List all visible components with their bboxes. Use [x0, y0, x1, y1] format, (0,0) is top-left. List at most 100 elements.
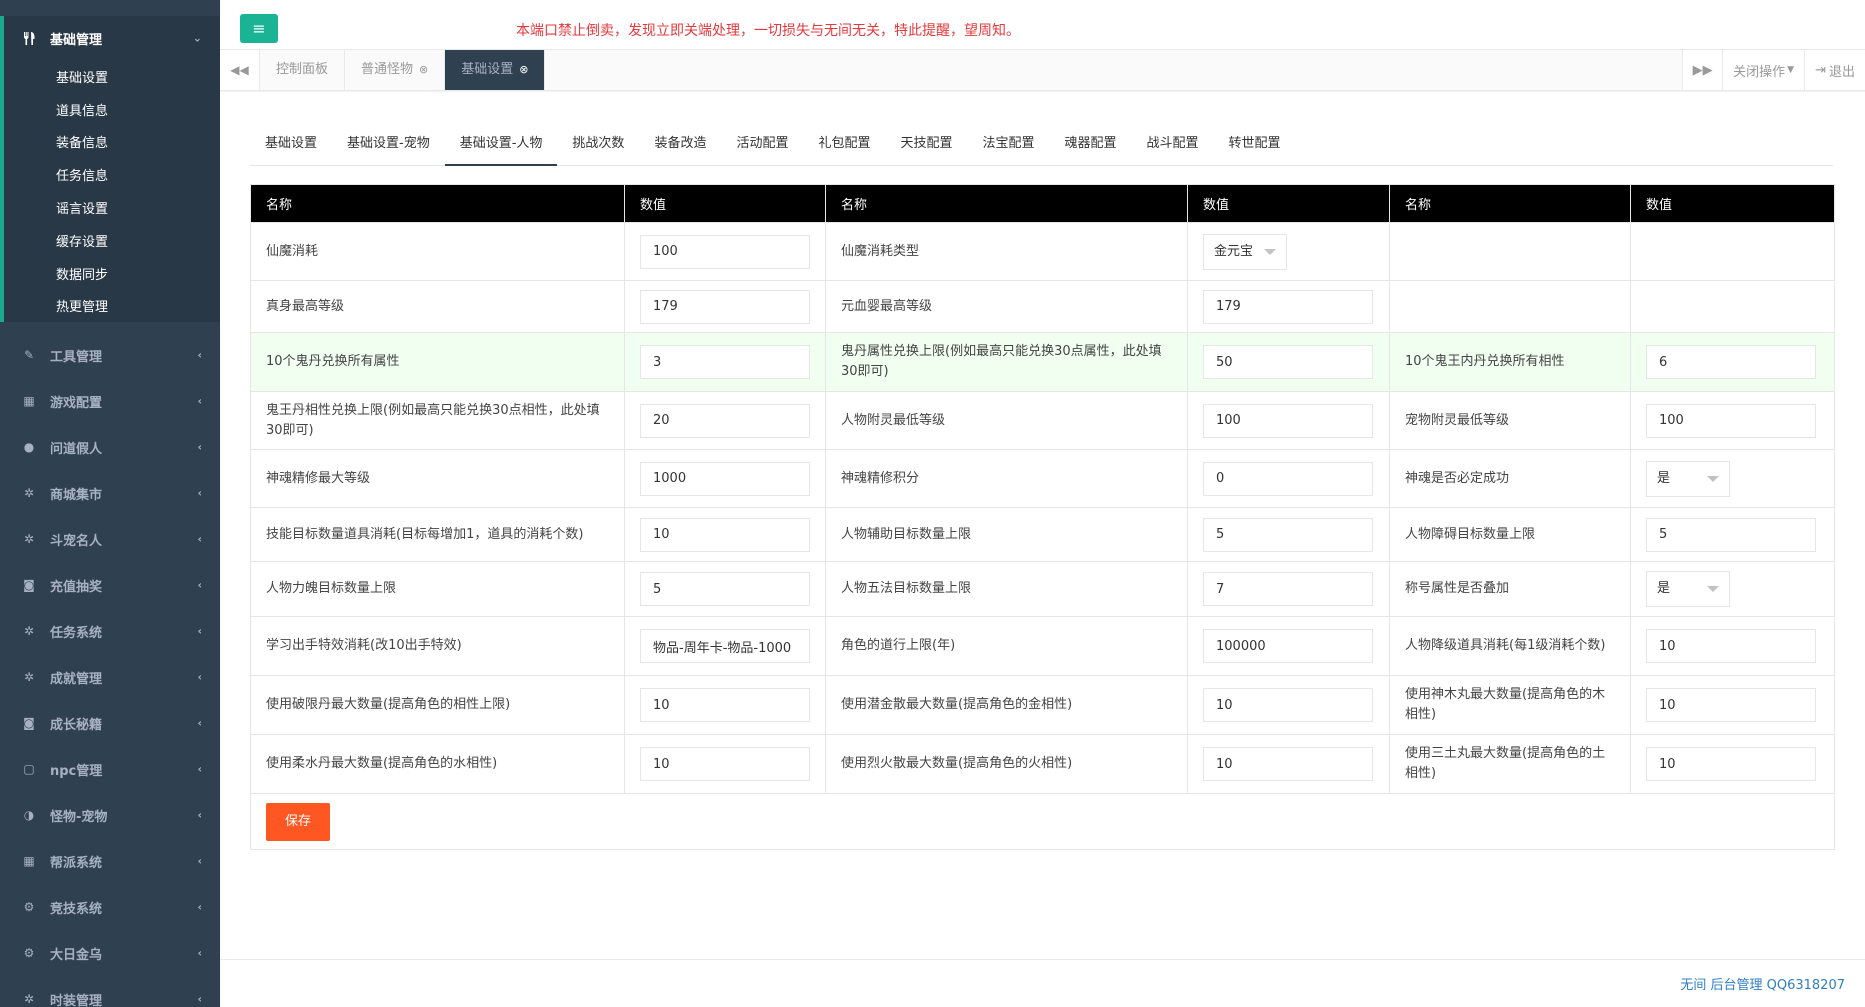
subtab-soul-config[interactable]: 魂器配置 [1050, 122, 1132, 166]
menu-item-pet-fame[interactable]: ✲ 斗宠名人 ‹ [0, 516, 220, 562]
tab-normal-monster[interactable]: 普通怪物 ⊗ [345, 50, 446, 90]
setting-select[interactable]: 是 [1646, 571, 1730, 607]
close-ops-dropdown[interactable]: 关闭操作 ▼ [1722, 50, 1805, 90]
setting-value-cell [1187, 280, 1390, 333]
menu-item-arena[interactable]: ⚙ 竞技系统 ‹ [0, 884, 220, 930]
setting-input[interactable] [640, 234, 810, 269]
logout-label: 退出 [1828, 64, 1855, 80]
menu-item-tools[interactable]: ✎ 工具管理 ‹ [0, 332, 220, 378]
menu-item-growth[interactable]: ◙ 成长秘籍 ‹ [0, 700, 220, 746]
menu-item-game-config[interactable]: ▦ 游戏配置 ‹ [0, 378, 220, 424]
tab-dashboard[interactable]: 控制面板 [260, 50, 346, 90]
subtab-gift-config[interactable]: 礼包配置 [803, 122, 885, 166]
menu-item-golden-crow[interactable]: ⚙ 大日金乌 ‹ [0, 930, 220, 976]
menu-label: 帮派系统 [50, 855, 103, 871]
subtab-event-config[interactable]: 活动配置 [721, 122, 803, 166]
setting-label: 人物辅助目标数量上限 [825, 507, 1188, 562]
setting-label: 人物五法目标数量上限 [825, 561, 1188, 617]
menu-head-basic[interactable]: 基础管理 ⌄ [4, 16, 220, 60]
setting-input[interactable] [640, 289, 810, 324]
subtab-rebirth-config[interactable]: 转世配置 [1214, 122, 1296, 166]
character-settings-table: 名称 数值 名称 数值 名称 数值 仙魔消耗 仙魔消耗类型 金元宝 真身最高等级… [250, 184, 1835, 850]
setting-select[interactable]: 金元宝 [1203, 233, 1287, 270]
tab-scroll-right-button[interactable]: ▶▶ [1682, 50, 1723, 90]
close-icon[interactable]: ⊗ [419, 50, 428, 90]
setting-value-cell: 金元宝 [1187, 222, 1390, 281]
submenu-item-sync[interactable]: 数据同步 [4, 257, 220, 290]
subtab-artifact-config[interactable]: 法宝配置 [968, 122, 1050, 166]
sidebar-toggle-button[interactable]: ≡ [240, 14, 278, 43]
setting-input[interactable] [1203, 461, 1373, 496]
settings-subtabs: 基础设置 基础设置-宠物 基础设置-人物 挑战次数 装备改造 活动配置 礼包配置… [250, 122, 1833, 166]
submenu-item-tasks[interactable]: 任务信息 [4, 158, 220, 191]
warning-notice: 本端口禁止倒卖，发现立即关端处理，一切损失与无间无关，特此提醒，望周知。 [516, 23, 1020, 39]
setting-input[interactable] [1646, 688, 1816, 722]
setting-input[interactable] [1203, 572, 1373, 606]
setting-label: 神魂精修最大等级 [250, 449, 625, 508]
setting-input[interactable] [640, 629, 810, 663]
menu-item-achievement[interactable]: ✲ 成就管理 ‹ [0, 654, 220, 700]
menu-item-guild[interactable]: ▦ 帮派系统 ‹ [0, 838, 220, 884]
setting-input[interactable] [1203, 289, 1373, 324]
subtab-basic[interactable]: 基础设置 [250, 122, 332, 166]
setting-input[interactable] [640, 345, 810, 379]
tab-scroll-left-button[interactable]: ◀◀ [220, 50, 260, 90]
chevron-left-icon: ‹ [197, 394, 202, 408]
setting-label: 鬼丹属性兑换上限(例如最高只能兑换30点属性，此处填30即可) [825, 332, 1188, 392]
setting-input[interactable] [640, 461, 810, 496]
setting-value-cell [624, 734, 826, 794]
setting-input[interactable] [1203, 403, 1373, 438]
submenu-item-equipment[interactable]: 装备信息 [4, 126, 220, 159]
caret-down-icon [1264, 248, 1276, 255]
menu-item-bots[interactable]: ● 问道假人 ‹ [0, 424, 220, 470]
submenu-item-hotfix[interactable]: 热更管理 [4, 290, 220, 323]
submenu-item-cache[interactable]: 缓存设置 [4, 224, 220, 257]
table-footer-row: 保存 [250, 793, 1835, 850]
setting-input[interactable] [640, 688, 810, 722]
setting-input[interactable] [1203, 517, 1373, 552]
setting-input[interactable] [1646, 517, 1816, 552]
menu-item-recharge[interactable]: ◙ 充值抽奖 ‹ [0, 562, 220, 608]
subtab-battle-config[interactable]: 战斗配置 [1132, 122, 1214, 166]
menu-item-fashion[interactable]: ✲ 时装管理 ‹ [0, 976, 220, 1007]
setting-value-cell [1630, 675, 1835, 735]
setting-input[interactable] [1203, 688, 1373, 722]
save-button[interactable]: 保存 [266, 802, 330, 841]
subtab-equip-mod[interactable]: 装备改造 [639, 122, 721, 166]
menu-item-npc[interactable]: ▢ npc管理 ‹ [0, 746, 220, 792]
menu-item-monster-pet[interactable]: ◑ 怪物-宠物 ‹ [0, 792, 220, 838]
submenu-item-rumor[interactable]: 谣言设置 [4, 191, 220, 224]
setting-input[interactable] [1646, 403, 1816, 438]
setting-select[interactable]: 是 [1646, 460, 1730, 497]
submenu-item-basic-settings[interactable]: 基础设置 [4, 60, 220, 93]
subtab-basic-pet[interactable]: 基础设置-宠物 [332, 122, 445, 166]
setting-input[interactable] [640, 403, 810, 438]
submenu-item-items[interactable]: 道具信息 [4, 93, 220, 126]
setting-input[interactable] [1646, 629, 1816, 663]
subtab-basic-character[interactable]: 基础设置-人物 [444, 122, 558, 166]
setting-input[interactable] [1203, 747, 1373, 781]
tab-basic-settings[interactable]: 基础设置 ⊗ [445, 50, 546, 90]
setting-input[interactable] [1646, 747, 1816, 781]
menu-item-task-system[interactable]: ✲ 任务系统 ‹ [0, 608, 220, 654]
setting-label: 宠物附灵最低等级 [1389, 391, 1631, 450]
tab-label: 控制面板 [276, 62, 329, 77]
setting-label: 神魂是否必定成功 [1389, 449, 1631, 508]
setting-value-cell [624, 222, 826, 281]
setting-input[interactable] [1203, 345, 1373, 379]
setting-input[interactable] [640, 517, 810, 552]
setting-value-cell [624, 616, 826, 676]
menu-item-mall[interactable]: ✲ 商城集市 ‹ [0, 470, 220, 516]
setting-label: 仙魔消耗 [250, 222, 625, 281]
column-header: 名称 [250, 184, 625, 223]
setting-value-cell [624, 507, 826, 562]
logout-button[interactable]: ⇥ 退出 [1804, 50, 1865, 90]
close-icon[interactable]: ⊗ [519, 50, 528, 90]
setting-input[interactable] [640, 572, 810, 606]
wrench-icon: ✎ [23, 348, 35, 363]
subtab-skill-config[interactable]: 天技配置 [885, 122, 967, 166]
setting-input[interactable] [640, 747, 810, 781]
subtab-challenge-count[interactable]: 挑战次数 [557, 122, 639, 166]
setting-input[interactable] [1646, 345, 1816, 379]
setting-input[interactable] [1203, 629, 1373, 663]
